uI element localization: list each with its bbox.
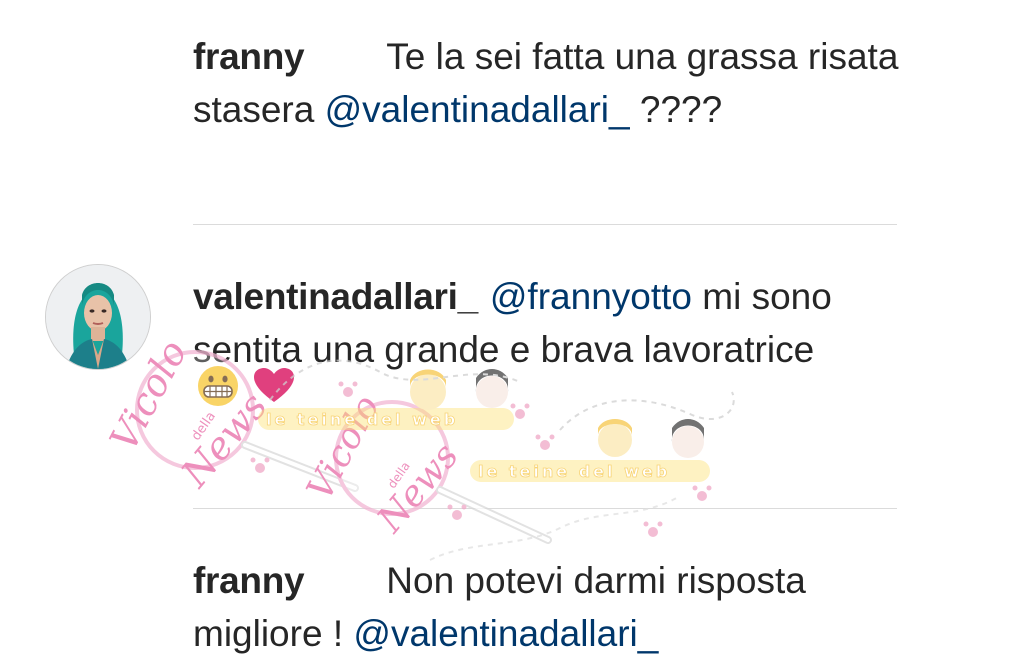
watermark-logo-icon: Vicolo News della [299, 389, 552, 544]
avatar-photo-icon [46, 265, 150, 369]
svg-text:News: News [369, 436, 467, 541]
comment-divider [193, 508, 897, 509]
svg-text:della: della [385, 459, 413, 491]
watermark-tagline: le teine del web le teine del web [258, 408, 710, 482]
avatar[interactable] [45, 264, 151, 370]
mention-link[interactable]: @frannyotto [490, 276, 692, 317]
watermark-doll-icon [410, 369, 705, 458]
comment-3: franny Non potevi darmi risposta migliore… [193, 554, 913, 660]
svg-text:le teine del web: le teine del web [478, 462, 670, 481]
comment-username[interactable]: valentinadallari_ [193, 276, 478, 317]
watermark-paw-icon [250, 381, 712, 537]
comment-1: franny Te la sei fatta una grassa risata … [193, 30, 913, 136]
comment-username[interactable]: franny [193, 36, 305, 77]
comment-divider [193, 224, 897, 225]
mention-link[interactable]: @valentinadallari_ [353, 613, 658, 654]
emoji-row [196, 362, 294, 410]
comment-username[interactable]: franny [193, 560, 305, 601]
grimacing-face-emoji-icon [198, 366, 238, 406]
svg-text:Vicolo: Vicolo [299, 389, 388, 507]
svg-text:della: della [189, 409, 219, 443]
pink-heart-emoji-icon [254, 368, 294, 402]
comment-thread: franny Te la sei fatta una grassa risata … [0, 0, 1024, 672]
comment-text-end: ???? [629, 89, 723, 130]
svg-text:le teine del web: le teine del web [266, 410, 458, 429]
comment-2: valentinadallari_ @frannyotto mi sono sen… [193, 270, 913, 376]
mention-link[interactable]: @valentinadallari_ [325, 89, 630, 130]
